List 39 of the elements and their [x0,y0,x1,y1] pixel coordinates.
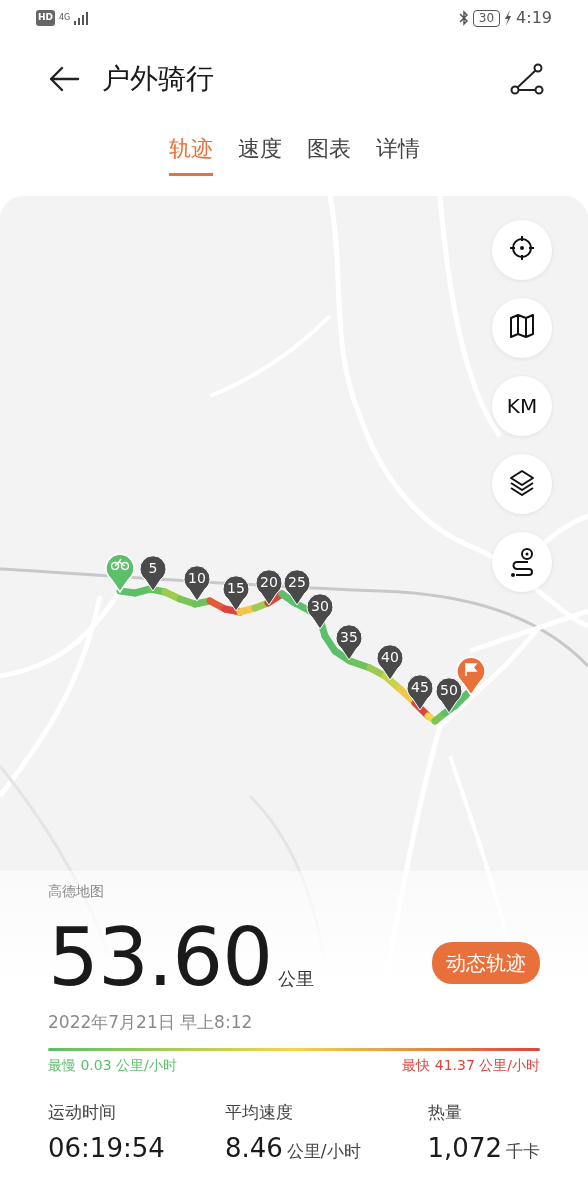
route-pin-icon [509,547,535,577]
bicycle-pin-icon [104,551,136,593]
activity-date: 2022年7月21日 早上8:12 [48,1011,254,1034]
tab[interactable]: 详情 [375,132,420,176]
bluetooth-icon [458,10,469,26]
distance-value: 53.60 [48,918,273,998]
route-icon[interactable] [510,63,544,95]
map-attribution: 高德地图 [48,882,105,901]
distance-marker: 10 [183,564,211,602]
distance-unit: 公里 [278,967,315,991]
hd-badge: HD [36,10,55,26]
distance-marker: 50 [435,676,463,714]
distance-marker: 20 [255,568,283,606]
distance-marker: 40 [376,643,404,681]
stat-label: 热量 [427,1100,463,1124]
stat-value: 06:19:54 [48,1132,165,1165]
tab[interactable]: 图表 [306,132,351,176]
stat-unit: 千卡 [506,1140,540,1163]
flag-pin-icon [455,654,487,696]
stat-label: 运动时间 [48,1100,117,1124]
fastest-speed: 最快 41.37 公里/小时 [402,1055,540,1075]
distance-marker: 25 [283,568,311,606]
slowest-speed: 最慢 0.03 公里/小时 [48,1055,177,1075]
battery-level: 30 [472,9,501,27]
network-type: 4G [59,14,71,22]
distance-marker: 30 [306,592,334,630]
stat-value: 1,072 [427,1132,502,1165]
layers-icon [509,469,535,499]
stat-value: 8.46 [224,1132,283,1165]
clock-time: 4:19 [516,7,552,29]
page-title: 户外骑行 [102,61,214,97]
stat-label: 平均速度 [224,1100,294,1124]
back-icon[interactable] [48,65,80,93]
tab[interactable]: 速度 [237,132,282,176]
distance-marker: 35 [335,623,363,661]
distance-marker: 15 [222,574,250,612]
distance-marker: 5 [139,554,167,592]
stat-unit: 公里/小时 [286,1140,361,1163]
distance-marker: 45 [406,673,434,711]
